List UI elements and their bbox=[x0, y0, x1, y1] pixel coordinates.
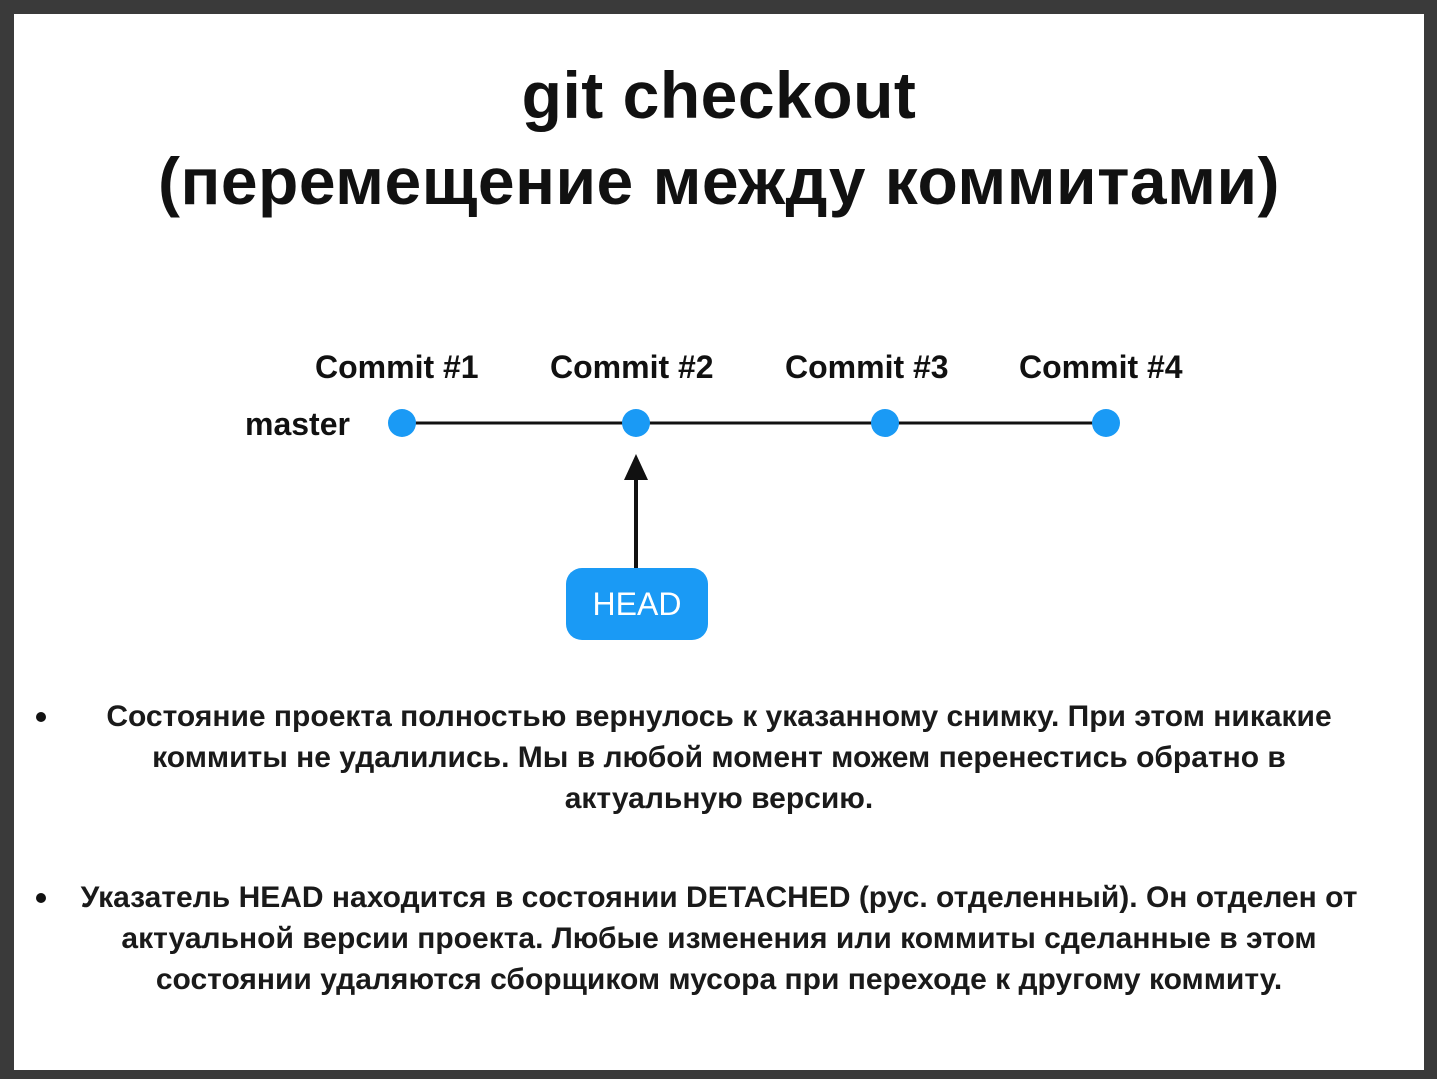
commit-node-2 bbox=[622, 409, 650, 437]
commit-node-3 bbox=[871, 409, 899, 437]
bullet-dot-icon bbox=[36, 893, 46, 903]
bullet-text-1: Состояние проекта полностью вернулось к … bbox=[106, 700, 1332, 815]
slide: git checkout (перемещение между коммитам… bbox=[14, 14, 1424, 1070]
bullet-text-2: Указатель HEAD находится в состоянии DET… bbox=[80, 881, 1358, 996]
head-pointer: HEAD bbox=[566, 568, 708, 640]
bullet-item-1: Состояние проекта полностью вернулось к … bbox=[14, 696, 1424, 819]
presentation-frame: git checkout (перемещение между коммитам… bbox=[0, 0, 1437, 1079]
commit-label-4: Commit #4 bbox=[1019, 349, 1183, 385]
commit-node-1 bbox=[388, 409, 416, 437]
commit-diagram: master Commit #1 Commit #2 Commit #3 Com… bbox=[245, 349, 1183, 568]
branch-label-master: master bbox=[245, 406, 350, 442]
bullet-list: Состояние проекта полностью вернулось к … bbox=[14, 696, 1424, 1000]
head-arrow-icon bbox=[624, 454, 648, 480]
bullet-item-2: Указатель HEAD находится в состоянии DET… bbox=[14, 877, 1424, 1000]
commit-node-4 bbox=[1092, 409, 1120, 437]
bullet-dot-icon bbox=[36, 712, 46, 722]
commit-label-3: Commit #3 bbox=[785, 349, 949, 385]
commit-label-1: Commit #1 bbox=[315, 349, 479, 385]
commit-label-2: Commit #2 bbox=[550, 349, 714, 385]
